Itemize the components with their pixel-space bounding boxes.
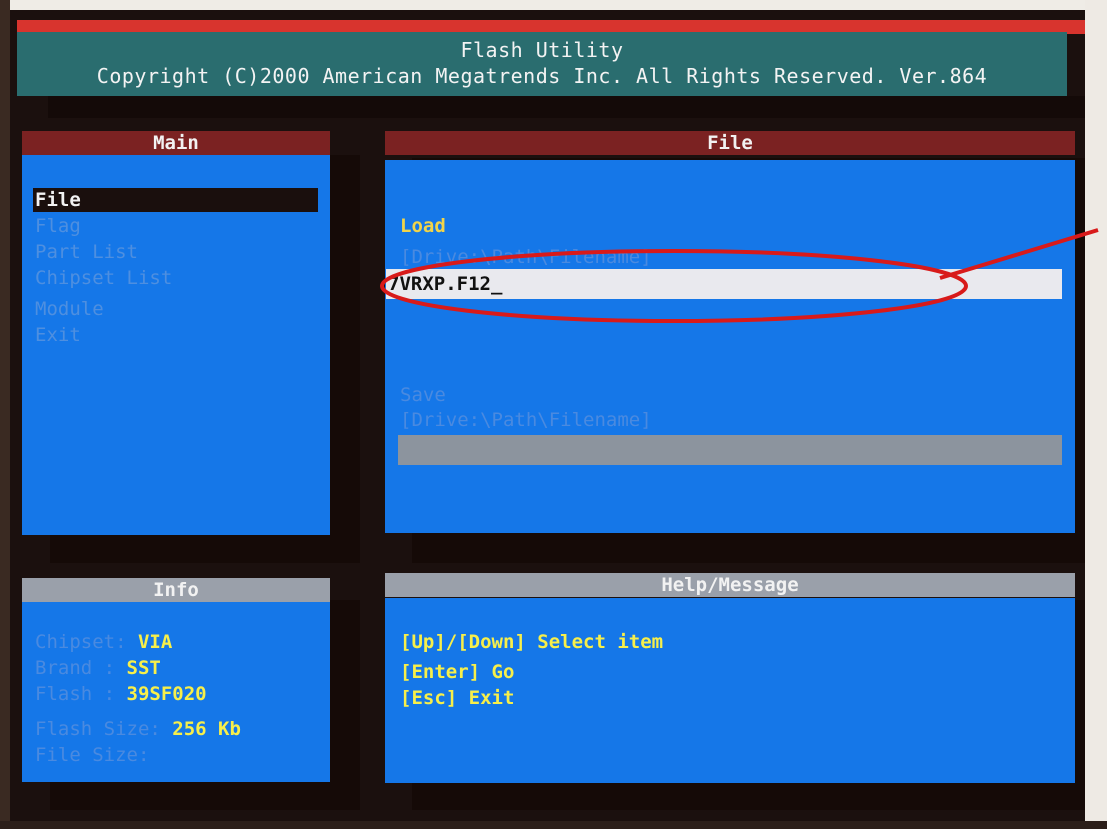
annotation-pointer: [939, 228, 1099, 280]
annotation-overlay: [380, 228, 1099, 323]
annotation-ellipse: [380, 249, 968, 323]
